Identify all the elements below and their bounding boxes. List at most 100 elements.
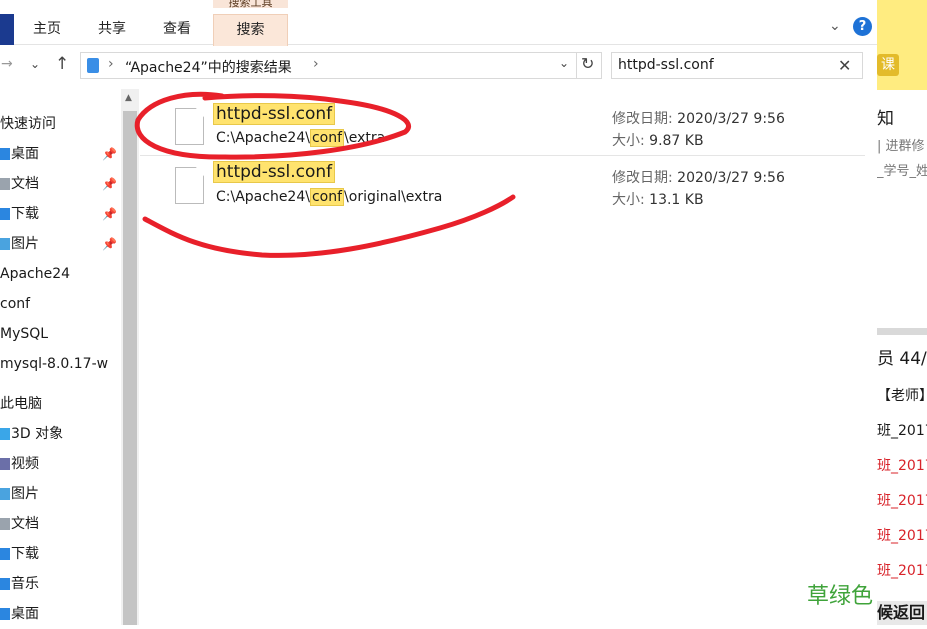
pin-icon: 📌 xyxy=(102,207,117,221)
modified-date: 修改日期: 2020/3/27 9:56 xyxy=(612,108,785,128)
desktop-icon xyxy=(0,608,10,620)
sidebar-item-desktop[interactable]: 桌面 📌 xyxy=(0,139,120,169)
search-results-folder-icon xyxy=(87,58,99,73)
sidebar-item-conf[interactable]: conf xyxy=(0,289,120,319)
file-name[interactable]: httpd-ssl.conf xyxy=(213,103,336,125)
videos-icon xyxy=(0,458,10,470)
tab-home[interactable]: 主页 xyxy=(22,14,72,45)
search-input[interactable]: httpd-ssl.conf ✕ xyxy=(611,52,863,79)
sidebar-quick-access[interactable]: 快速访问 xyxy=(0,109,120,139)
breadcrumb-chevron-icon[interactable]: › xyxy=(313,56,319,72)
file-path: C:\Apache24\ conf \extra xyxy=(216,129,386,147)
ribbon-expand-chevron-icon[interactable]: ⌄ xyxy=(829,18,841,34)
background-window: 课 知 | 进群修 _学号_姓 员 44/4 【老师】驾 班_2017 班_20… xyxy=(877,0,927,625)
sidebar-item-label: 文档 xyxy=(11,516,39,532)
address-bar[interactable]: › “Apache24”中的搜索结果 › ⌄ ↻ xyxy=(80,52,602,79)
sidebar-item-documents[interactable]: 文档 📌 xyxy=(0,169,120,199)
bg-text: | 进群修 xyxy=(877,139,925,154)
sidebar-item-label: 桌面 xyxy=(11,606,39,622)
sidebar-item-label: 下载 xyxy=(11,546,39,562)
breadcrumb-chevron-icon[interactable]: › xyxy=(108,56,114,72)
sidebar-item-label: 图片 xyxy=(11,236,39,252)
back-arrow-icon[interactable]: → xyxy=(1,56,13,72)
path-match-highlight: conf xyxy=(309,188,345,206)
3d-objects-icon xyxy=(0,428,10,440)
downloads-icon xyxy=(0,208,10,220)
tab-view[interactable]: 查看 xyxy=(152,14,202,45)
sidebar-item-pictures[interactable]: 图片 📌 xyxy=(0,229,120,259)
sidebar-item-label: 此电脑 xyxy=(0,396,42,412)
sidebar-scrollbar[interactable]: ▲ xyxy=(121,89,139,625)
modified-date-label: 修改日期: xyxy=(612,111,673,127)
path-prefix: C:\Apache24\ xyxy=(216,130,310,146)
sidebar-item-downloads[interactable]: 下载 📌 xyxy=(0,199,120,229)
breadcrumb-location[interactable]: “Apache24”中的搜索结果 xyxy=(125,57,292,77)
bg-text: 【老师】驾 xyxy=(877,388,927,404)
sidebar-item-mysql[interactable]: MySQL xyxy=(0,319,120,349)
bg-text: 知 xyxy=(877,109,894,129)
bg-text: _学号_姓 xyxy=(877,164,927,179)
sidebar-item-apache24[interactable]: Apache24 xyxy=(0,259,120,289)
sidebar-this-pc[interactable]: 此电脑 xyxy=(0,389,120,419)
bg-text: 班_2017 xyxy=(877,493,927,509)
bg-text: 班_2017 xyxy=(877,528,927,544)
refresh-icon[interactable]: ↻ xyxy=(581,54,594,73)
pin-icon: 📌 xyxy=(102,237,117,251)
sidebar-item-label: MySQL xyxy=(0,326,49,342)
file-name[interactable]: httpd-ssl.conf xyxy=(213,161,336,183)
sidebar-item-3d-objects[interactable]: 3D 对象 xyxy=(0,419,120,449)
bg-text: 班_2017 xyxy=(877,563,927,579)
address-divider xyxy=(576,53,577,78)
sidebar-item-label: 3D 对象 xyxy=(11,426,64,442)
documents-icon xyxy=(0,518,10,530)
search-tools-context-label: 搜索工具 xyxy=(213,0,288,8)
tab-search[interactable]: 搜索 xyxy=(213,14,288,46)
search-input-value[interactable]: httpd-ssl.conf xyxy=(618,57,714,73)
bg-text: 班_2017 xyxy=(877,423,927,439)
clear-search-icon[interactable]: ✕ xyxy=(838,56,851,75)
file-path: C:\Apache24\ conf \original\extra xyxy=(216,188,443,206)
sidebar-item-videos[interactable]: 视频 xyxy=(0,449,120,479)
overlay-label: 草绿色 xyxy=(807,584,874,609)
sidebar-item-label: Apache24 xyxy=(0,266,71,282)
path-suffix: \original\extra xyxy=(344,189,443,205)
modified-date-value: 2020/3/27 9:56 xyxy=(677,170,785,186)
sidebar-item-label: 文档 xyxy=(11,176,39,192)
sidebar-item-label: mysql-8.0.17-w xyxy=(0,356,109,372)
help-icon[interactable]: ? xyxy=(853,17,872,36)
result-row[interactable]: httpd-ssl.conf C:\Apache24\ conf \extra 修改… xyxy=(140,97,865,156)
documents-icon xyxy=(0,178,10,190)
file-size: 大小: 9.87 KB xyxy=(612,130,704,150)
modified-date: 修改日期: 2020/3/27 9:56 xyxy=(612,167,785,187)
file-size: 大小: 13.1 KB xyxy=(612,189,704,209)
file-icon xyxy=(175,167,204,204)
sidebar-item-label: conf xyxy=(0,296,31,312)
tab-share[interactable]: 共享 xyxy=(87,14,137,45)
up-arrow-icon[interactable]: ↑ xyxy=(55,54,69,74)
desktop-icon xyxy=(0,148,10,160)
pin-icon: 📌 xyxy=(102,147,117,161)
file-size-label: 大小: xyxy=(612,192,645,208)
path-suffix: \extra xyxy=(344,130,386,146)
sidebar-item-mysql-8[interactable]: mysql-8.0.17-w xyxy=(0,349,120,379)
file-size-value: 13.1 KB xyxy=(649,192,704,208)
sidebar-item-pc-downloads[interactable]: 下载 xyxy=(0,539,120,569)
sidebar-item-label: 音乐 xyxy=(11,576,39,592)
sidebar-item-label: 视频 xyxy=(11,456,39,472)
pictures-icon xyxy=(0,238,10,250)
downloads-icon xyxy=(0,548,10,560)
file-size-value: 9.87 KB xyxy=(649,133,704,149)
file-menu-tab[interactable] xyxy=(0,14,14,45)
scroll-up-arrow-icon[interactable]: ▲ xyxy=(125,93,132,103)
address-history-chevron-icon[interactable]: ⌄ xyxy=(559,56,569,70)
modified-date-value: 2020/3/27 9:56 xyxy=(677,111,785,127)
result-row[interactable]: httpd-ssl.conf C:\Apache24\ conf \original… xyxy=(140,159,865,216)
sidebar-item-music[interactable]: 音乐 xyxy=(0,569,120,599)
recent-locations-chevron-icon[interactable]: ⌄ xyxy=(30,57,40,71)
path-match-highlight: conf xyxy=(309,129,345,147)
sidebar-item-pc-documents[interactable]: 文档 xyxy=(0,509,120,539)
pin-icon: 📌 xyxy=(102,177,117,191)
file-icon xyxy=(175,108,204,145)
scrollbar-thumb[interactable] xyxy=(123,111,137,625)
sidebar-item-pc-pictures[interactable]: 图片 xyxy=(0,479,120,509)
